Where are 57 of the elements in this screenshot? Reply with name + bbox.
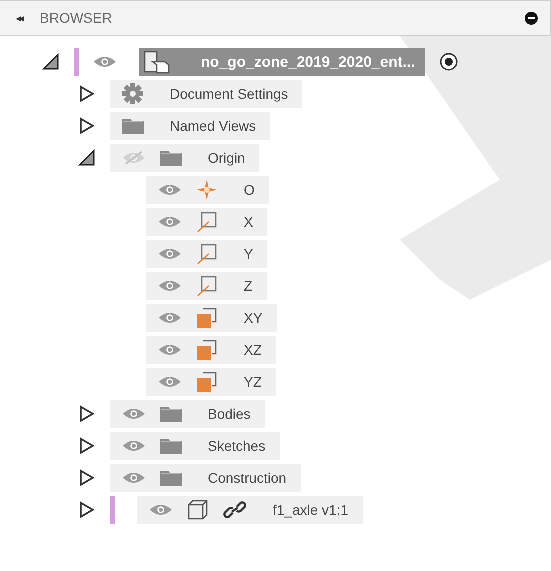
eye-icon[interactable] [158, 311, 182, 325]
tree-item[interactable]: Y [146, 240, 268, 268]
collapse-triangle-icon[interactable] [78, 149, 96, 167]
component-row[interactable]: f1_axle v1:1 [137, 496, 362, 524]
tree-item[interactable]: Named Views [110, 112, 270, 140]
tree-item[interactable]: XZ [146, 336, 276, 364]
eye-icon[interactable] [158, 247, 182, 261]
axis-icon [196, 243, 218, 265]
eye-icon[interactable] [158, 279, 182, 293]
active-radio-icon[interactable] [439, 52, 460, 72]
tree-item[interactable]: Origin [110, 144, 260, 172]
eye-icon[interactable] [149, 503, 173, 517]
tree-item[interactable]: Construction [110, 464, 301, 492]
folder-icon [160, 406, 182, 422]
expand-triangle-icon[interactable] [78, 405, 96, 423]
cube-icon [187, 499, 209, 521]
folder-icon [122, 118, 144, 134]
folder-icon [160, 438, 182, 454]
tree-item[interactable]: Z [146, 272, 267, 300]
collapse-triangle-icon[interactable] [42, 53, 60, 71]
expand-triangle-icon[interactable] [78, 469, 96, 487]
eye-icon[interactable] [158, 183, 182, 197]
component-marker [74, 48, 79, 76]
tree-item[interactable]: Sketches [110, 432, 280, 460]
plane-icon [196, 339, 218, 361]
origin-point-icon [196, 179, 218, 201]
tree-item[interactable]: O [146, 176, 269, 204]
tree-item[interactable]: Bodies [110, 400, 265, 428]
tree-item[interactable]: Document Settings [110, 80, 302, 108]
link-icon [223, 499, 247, 521]
eye-icon[interactable] [158, 343, 182, 357]
components-icon [143, 50, 171, 74]
gear-icon [122, 83, 144, 105]
eye-icon[interactable] [158, 375, 182, 389]
expand-triangle-icon[interactable] [78, 85, 96, 103]
eye-icon[interactable] [93, 55, 117, 69]
collapse-panel-icon[interactable]: ◂◂ [16, 12, 22, 24]
minus-circle-icon[interactable] [525, 12, 538, 24]
hidden-eye-icon[interactable] [122, 151, 146, 165]
tree-item[interactable]: YZ [146, 368, 276, 396]
eye-icon[interactable] [122, 439, 146, 453]
folder-icon [160, 150, 182, 166]
tree-item[interactable]: X [146, 208, 268, 236]
axis-icon [196, 275, 218, 297]
plane-icon [196, 307, 218, 329]
panel-title: BROWSER [40, 10, 114, 26]
eye-icon[interactable] [122, 407, 146, 421]
component-marker [110, 496, 115, 524]
tree-item[interactable]: XY [146, 304, 277, 332]
eye-icon[interactable] [122, 471, 146, 485]
expand-triangle-icon[interactable] [78, 501, 96, 519]
eye-icon[interactable] [158, 215, 182, 229]
plane-icon [196, 371, 218, 393]
folder-icon [160, 470, 182, 486]
expand-triangle-icon[interactable] [78, 117, 96, 135]
expand-triangle-icon[interactable] [78, 437, 96, 455]
axis-icon [196, 211, 218, 233]
